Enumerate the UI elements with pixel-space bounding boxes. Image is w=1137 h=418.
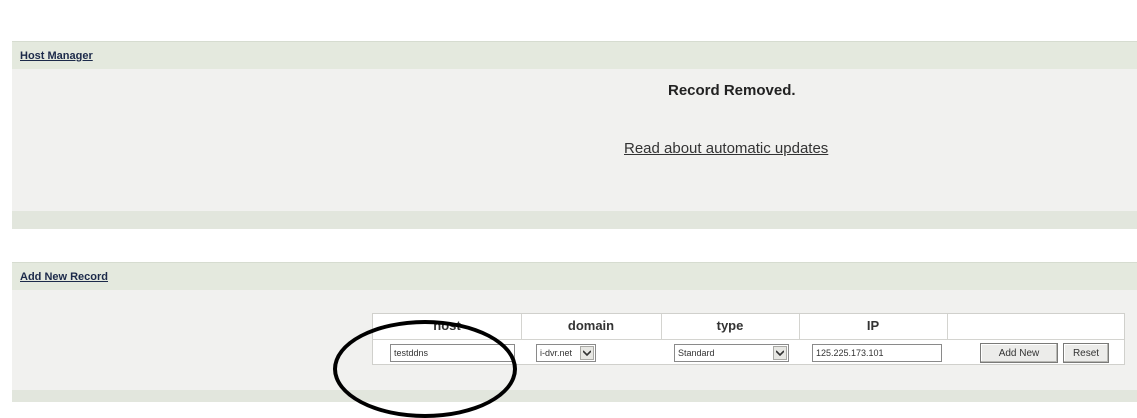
reset-button[interactable]: Reset	[1063, 343, 1109, 363]
column-divider	[799, 314, 800, 339]
host-manager-body: Record Removed. Read about automatic upd…	[12, 69, 1137, 211]
column-header-ip: IP	[866, 318, 880, 333]
host-manager-title[interactable]: Host Manager	[20, 50, 93, 62]
host-input[interactable]: testddns	[390, 344, 515, 362]
add-record-header: Add New Record	[12, 262, 1137, 290]
chevron-down-icon[interactable]	[580, 346, 594, 360]
ip-input[interactable]: 125.225.173.101	[812, 344, 942, 362]
host-manager-panel: Host Manager Record Removed. Read about …	[12, 41, 1137, 229]
domain-select-value: i-dvr.net	[540, 348, 573, 358]
domain-select[interactable]: i-dvr.net	[536, 344, 596, 362]
type-select-value: Standard	[678, 348, 715, 358]
column-divider	[947, 314, 948, 339]
add-new-button[interactable]: Add New	[980, 343, 1058, 363]
column-header-domain: domain	[567, 318, 615, 333]
column-header-host: host	[433, 318, 461, 333]
column-header-type: type	[716, 318, 744, 333]
add-record-panel: Add New Record host domain type IP testd…	[12, 262, 1137, 402]
automatic-updates-link[interactable]: Read about automatic updates	[624, 140, 828, 157]
record-form-table: host domain type IP testddns i-dvr.net S…	[372, 313, 1125, 365]
column-divider	[661, 314, 662, 339]
host-manager-header: Host Manager	[12, 41, 1137, 69]
add-record-body: host domain type IP testddns i-dvr.net S…	[12, 290, 1137, 390]
chevron-down-icon[interactable]	[773, 346, 787, 360]
column-divider	[521, 314, 522, 339]
add-record-title[interactable]: Add New Record	[20, 271, 108, 283]
add-record-footer	[12, 390, 1137, 402]
status-message: Record Removed.	[668, 82, 796, 99]
type-select[interactable]: Standard	[674, 344, 789, 362]
host-manager-footer	[12, 211, 1137, 229]
row-divider	[373, 339, 1124, 340]
